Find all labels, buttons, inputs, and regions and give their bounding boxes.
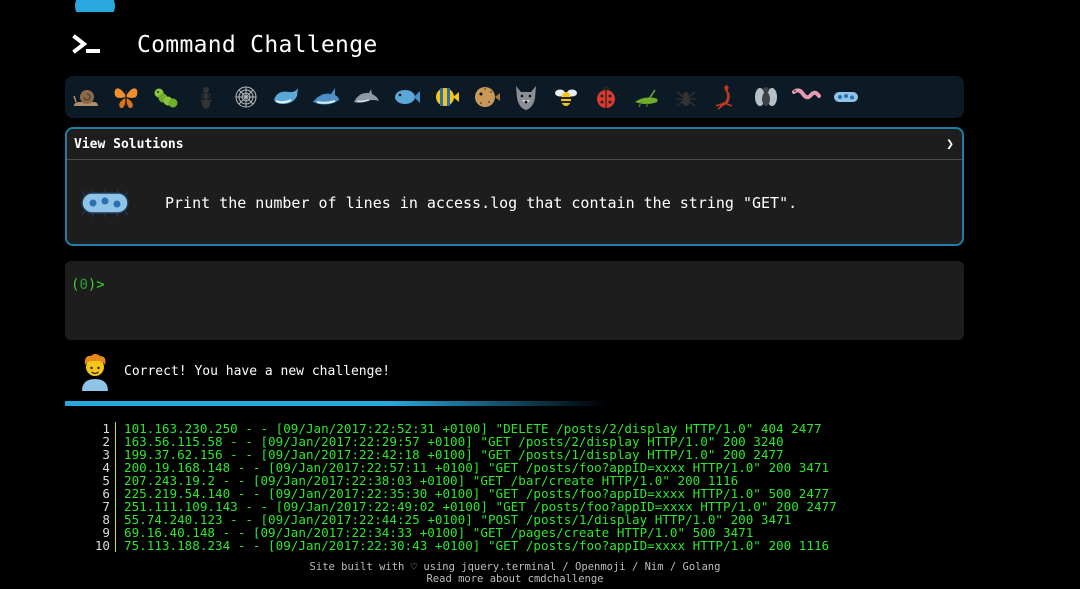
butterfly-icon[interactable] [111, 82, 141, 112]
tropical-fish-icon[interactable] [431, 82, 461, 112]
progress-bar [65, 401, 605, 406]
ladybug-icon[interactable] [591, 82, 621, 112]
log-line-text: 75.113.188.234 - - [09/Jan/2017:22:30:43… [124, 538, 830, 553]
footer-read-more-link[interactable]: Read more about cmdchallenge [426, 573, 603, 585]
view-solutions-label: View Solutions [74, 136, 184, 152]
status-row: Correct! You have a new challenge! [79, 351, 390, 391]
view-solutions-toggle[interactable]: View Solutions ❯ [67, 129, 962, 160]
scorpion-icon[interactable] [711, 82, 741, 112]
log-output: 1 101.163.230.250 - - [09/Jan/2017:22:52:… [90, 422, 837, 552]
cricket-icon[interactable] [631, 82, 661, 112]
challenge-description: Print the number of lines in access.log … [165, 193, 798, 212]
dolphin-icon[interactable] [351, 82, 381, 112]
log-line: 10 75.113.188.234 - - [09/Jan/2017:22:30:… [90, 539, 837, 552]
page: Command Challenge View Solutions ❯ Print… [0, 0, 1080, 589]
footer-credits: Site built with ♡ using jquery.terminal … [309, 561, 721, 573]
ant-icon[interactable] [191, 82, 221, 112]
fish-icon[interactable] [391, 82, 421, 112]
terminal-icon [72, 34, 100, 54]
header: Command Challenge [72, 25, 378, 65]
person-icon [82, 354, 108, 391]
page-title: Command Challenge [137, 32, 378, 58]
spider-icon[interactable] [671, 82, 701, 112]
spider-web-icon[interactable] [231, 82, 261, 112]
fly-icon[interactable] [751, 82, 781, 112]
wolf-icon[interactable] [511, 82, 541, 112]
challenge-icon-bar [65, 76, 964, 118]
terminal[interactable]: (0)> [65, 261, 964, 340]
caterpillar-icon[interactable] [151, 82, 181, 112]
snail-icon[interactable] [71, 82, 101, 112]
terminal-prompt: (0)> [71, 277, 105, 293]
microbe-icon[interactable] [831, 82, 861, 112]
bee-icon[interactable] [551, 82, 581, 112]
worm-icon[interactable] [791, 82, 821, 112]
shark-icon[interactable] [311, 82, 341, 112]
whale-icon[interactable] [271, 82, 301, 112]
log-line-number: 10 [90, 539, 116, 552]
challenge-body: Print the number of lines in access.log … [67, 160, 962, 245]
footer: Site built with ♡ using jquery.terminal … [0, 561, 1030, 585]
chevron-right-icon: ❯ [946, 136, 954, 152]
blowfish-icon[interactable] [471, 82, 501, 112]
challenge-panel: View Solutions ❯ Print the number of lin… [65, 127, 964, 246]
status-message: Correct! You have a new challenge! [124, 363, 391, 379]
microbe-icon [81, 188, 129, 217]
